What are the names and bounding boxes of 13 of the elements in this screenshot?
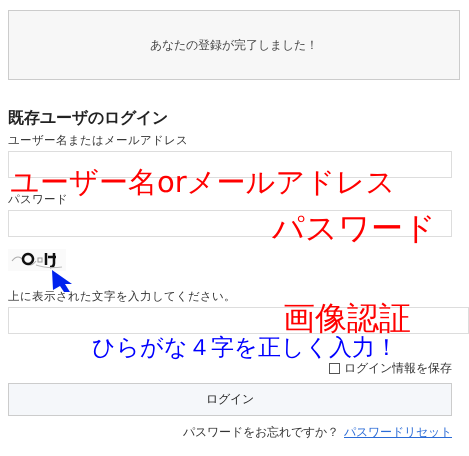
annotation-text: 画像認証 — [283, 302, 411, 334]
login-heading: 既存ユーザのログイン — [8, 108, 169, 129]
forgot-text: パスワードをお忘れですか？ — [183, 424, 339, 441]
password-reset-link[interactable]: パスワードリセット — [344, 424, 452, 441]
captcha-instruction: 上に表示された文字を入力してください。 — [8, 289, 237, 304]
notice-panel: あなたの登録が完了しました！ — [8, 10, 460, 80]
field-label: ユーザー名またはメールアドレス — [8, 133, 189, 148]
annotation-text: パスワード — [272, 212, 436, 244]
field-label: パスワード — [8, 192, 69, 207]
annotation-text: ひらがな４字を正しく入力！ — [92, 337, 398, 360]
remember-checkbox[interactable] — [329, 363, 340, 374]
remember-label: ログイン情報を保存 — [344, 360, 452, 377]
login-button[interactable]: ログイン — [8, 383, 452, 416]
